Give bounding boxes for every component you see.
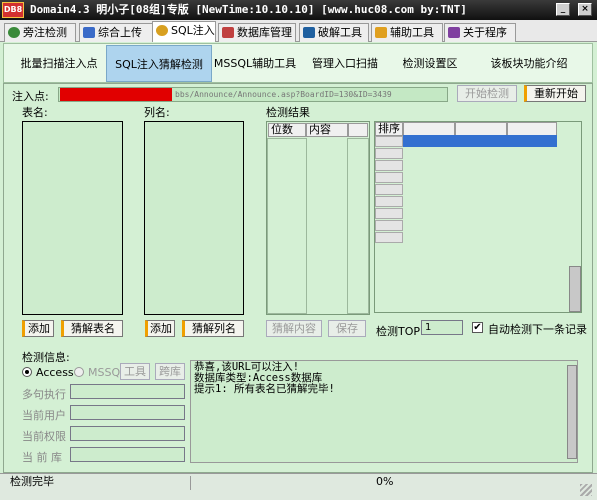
col-order: 排序 — [375, 122, 403, 136]
col-digits: 位数 — [268, 123, 306, 137]
tool-icon — [303, 27, 315, 38]
tab-label: SQL注入 — [171, 24, 215, 37]
multi-exec-label: 多句执行 — [22, 388, 66, 401]
results-grid[interactable]: 位数 内容 — [266, 121, 370, 315]
globe-icon — [8, 27, 20, 38]
add-column-button[interactable]: 添加 — [145, 320, 175, 337]
results-label: 检测结果 — [266, 106, 310, 119]
upload-icon — [83, 27, 95, 38]
current-user-label: 当前用户 — [22, 409, 66, 422]
col-blank-3 — [507, 122, 557, 136]
crossdb-button[interactable]: 跨库 — [155, 363, 185, 380]
subnav-sql-guess[interactable]: SQL注入猜解检测 — [106, 45, 212, 82]
title-bar: DB8 Domain4.3 明小子[08组]专版 [NewTime:10.10.… — [0, 0, 597, 20]
row-header — [375, 160, 403, 171]
tab-label: 关于程序 — [463, 26, 507, 39]
auto-detect-checkbox[interactable]: ✔ — [472, 322, 483, 333]
injection-label: 注入点: — [12, 90, 49, 103]
col-content: 内容 — [306, 123, 348, 137]
order-grid-scrollbar[interactable] — [569, 266, 581, 312]
row-header — [375, 172, 403, 183]
tab-helper-tools[interactable]: 辅助工具 — [371, 23, 443, 42]
current-db-label: 当 前 库 — [22, 451, 62, 464]
guess-columns-button[interactable]: 猜解列名 — [182, 320, 244, 337]
tab-about[interactable]: 关于程序 — [444, 23, 516, 42]
order-grid[interactable]: 排序 — [374, 121, 582, 313]
info-icon — [448, 27, 460, 38]
current-user-field[interactable] — [70, 405, 185, 420]
table-names-label: 表名: — [22, 106, 48, 119]
tab-label: 旁注检测 — [23, 26, 67, 39]
top-label: 检测TOP: — [376, 325, 424, 338]
row-header — [375, 220, 403, 231]
row-header — [375, 196, 403, 207]
redacted-url — [60, 88, 172, 101]
tab-crack-tools[interactable]: 破解工具 — [299, 23, 369, 42]
tab-label: 综合上传 — [98, 26, 142, 39]
multi-exec-field[interactable] — [70, 384, 185, 399]
tab-side-injection[interactable]: 旁注检测 — [4, 23, 76, 42]
grid-column — [267, 138, 307, 314]
current-permission-label: 当前权限 — [22, 430, 66, 443]
tab-sql-injection[interactable]: SQL注入 — [152, 21, 216, 42]
row-header — [375, 148, 403, 159]
current-permission-field[interactable] — [70, 426, 185, 441]
detection-info-label: 检测信息: — [22, 351, 70, 364]
access-radio[interactable] — [22, 367, 32, 377]
guess-content-button[interactable]: 猜解内容 — [266, 320, 322, 337]
row-header — [375, 232, 403, 243]
log-scrollbar[interactable] — [567, 365, 577, 459]
log-line: 提示1: 所有表名已猜解完毕! — [194, 383, 335, 395]
book-icon — [375, 27, 387, 38]
window-title: Domain4.3 明小子[08组]专版 [NewTime:10.10.10] … — [30, 3, 467, 16]
main-tabs: 旁注检测 综合上传 SQL注入 数据库管理 破解工具 辅助工具 关于程序 — [0, 20, 597, 42]
restart-button[interactable]: 重新开始 — [524, 85, 586, 102]
status-bar: 检测完毕 0% — [0, 473, 597, 500]
progress-text: 0% — [376, 475, 394, 488]
subnav-settings[interactable]: 检测设置区 — [392, 45, 468, 82]
guess-tables-button[interactable]: 猜解表名 — [61, 320, 123, 337]
app-logo: DB8 — [2, 2, 24, 18]
col-blank-1 — [403, 122, 455, 136]
add-table-button[interactable]: 添加 — [22, 320, 54, 337]
top-input[interactable]: 1 — [421, 320, 463, 335]
column-names-label: 列名: — [144, 106, 170, 119]
tab-label: 数据库管理 — [237, 26, 292, 39]
subnav-admin-scan[interactable]: 管理入口扫描 — [300, 45, 390, 82]
magnifier-icon — [156, 25, 168, 36]
tab-label: 破解工具 — [318, 26, 362, 39]
current-db-field[interactable] — [70, 447, 185, 462]
access-label: Access — [36, 366, 74, 379]
mssql-radio[interactable] — [74, 367, 84, 377]
save-button[interactable]: 保存 — [328, 320, 366, 337]
grid-column — [347, 138, 369, 314]
tools-button[interactable]: 工具 — [120, 363, 150, 380]
row-header — [375, 208, 403, 219]
status-text: 检测完毕 — [10, 475, 54, 488]
table-names-list[interactable] — [22, 121, 123, 315]
selected-row[interactable] — [403, 135, 557, 147]
row-header — [375, 136, 403, 147]
tab-label: 辅助工具 — [390, 26, 434, 39]
database-icon — [222, 27, 234, 38]
resize-grip-icon[interactable] — [580, 484, 592, 496]
tab-upload[interactable]: 综合上传 — [79, 23, 153, 42]
col-blank-2 — [455, 122, 507, 136]
minimize-button[interactable]: _ — [556, 3, 570, 16]
tab-database[interactable]: 数据库管理 — [218, 23, 296, 42]
close-button[interactable]: × — [578, 3, 592, 16]
row-header — [375, 184, 403, 195]
auto-detect-label: 自动检测下一条记录 — [488, 323, 587, 336]
col-empty — [348, 123, 368, 137]
subnav-intro[interactable]: 该板块功能介绍 — [474, 45, 584, 82]
subnav-batch-scan[interactable]: 批量扫描注入点 — [10, 45, 108, 82]
log-output[interactable]: 恭喜,该URL可以注入! 数据库类型:Access数据库 提示1: 所有表名已猜… — [190, 360, 578, 463]
sub-nav: 批量扫描注入点 SQL注入猜解检测 MSSQL辅助工具 管理入口扫描 检测设置区… — [3, 43, 593, 83]
subnav-mssql-tools[interactable]: MSSQL辅助工具 — [210, 45, 300, 82]
start-detect-button[interactable]: 开始检测 — [457, 85, 517, 102]
column-names-list[interactable] — [144, 121, 244, 315]
